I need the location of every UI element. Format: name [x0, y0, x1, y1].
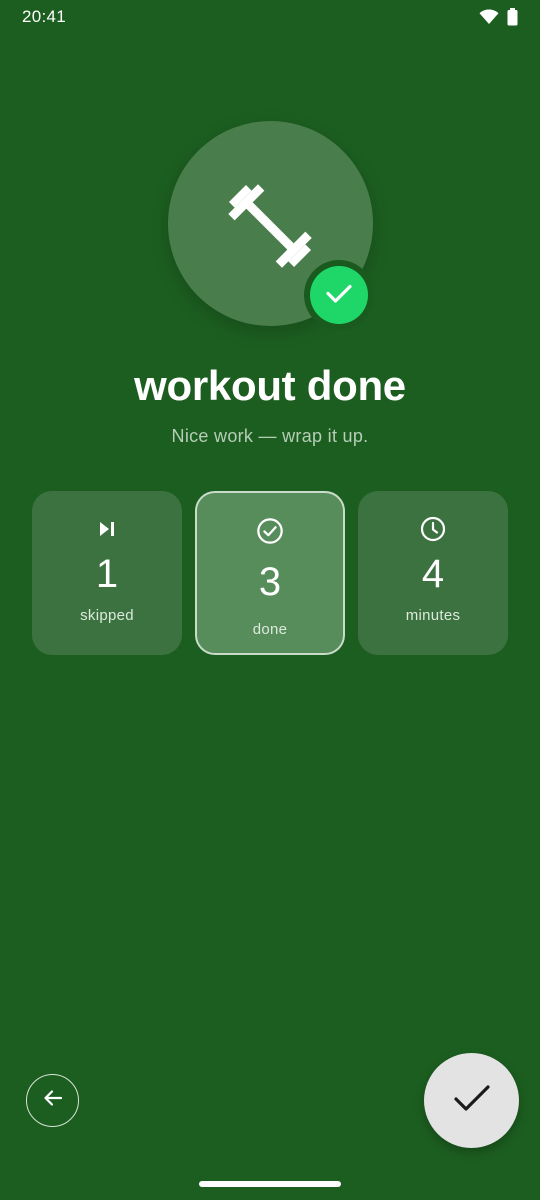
- check-badge: [310, 266, 368, 324]
- check-icon: [323, 277, 355, 314]
- stat-card-skipped: 1 skipped: [32, 491, 182, 655]
- stat-value-minutes: 4: [421, 552, 445, 596]
- status-icons: [479, 8, 518, 26]
- stat-value-done: 3: [258, 560, 282, 604]
- check-icon: [452, 1078, 492, 1123]
- stat-card-minutes: 4 minutes: [358, 491, 508, 655]
- status-time: 20:41: [22, 7, 67, 26]
- status-bar: 20:41: [0, 0, 540, 34]
- page-title: workout done: [134, 362, 406, 409]
- battery-icon: [507, 8, 518, 26]
- stat-card-done: 3 done: [195, 491, 345, 655]
- check-circle-icon: [256, 517, 284, 545]
- stat-label-skipped: skipped: [80, 607, 134, 624]
- stat-label-done: done: [252, 621, 288, 638]
- stat-value-skipped: 1: [95, 552, 119, 596]
- skip-next-icon: [93, 515, 121, 543]
- stat-label-minutes: minutes: [405, 607, 461, 624]
- clock-icon: [419, 515, 447, 543]
- page-subtitle: Nice work — wrap it up.: [171, 426, 369, 446]
- dumbbell-icon: [222, 178, 318, 274]
- arrow-left-icon: [40, 1085, 66, 1116]
- finish-button[interactable]: [424, 1053, 519, 1148]
- back-button[interactable]: [26, 1074, 79, 1127]
- home-indicator[interactable]: [199, 1181, 341, 1187]
- wifi-icon: [479, 9, 499, 25]
